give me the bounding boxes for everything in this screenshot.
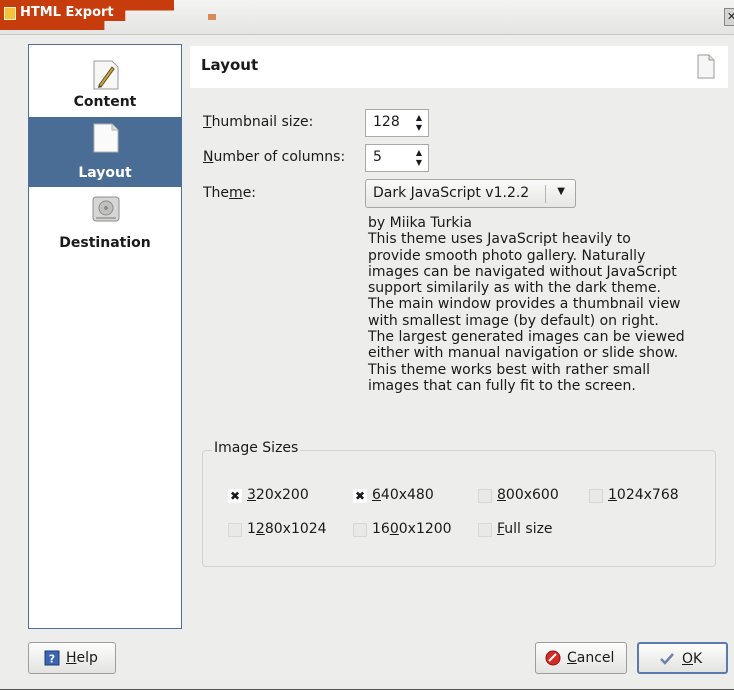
checkbox-label: 320x200 [247,487,309,503]
sidebar-item-layout[interactable]: Layout [29,117,181,187]
page-header: Layout [190,46,728,88]
image-sizes-title: Image Sizes [212,440,301,456]
checkbox-box [478,523,492,537]
blank-document-icon [697,54,715,79]
sidebar-item-label: Layout [78,165,132,181]
image-sizes-group [202,450,716,567]
checkbox-label: 1600x1200 [372,521,452,537]
columns-label: Number of columns: [203,149,346,165]
cancel-label: Cancel [567,650,615,666]
combo-separator [545,185,546,203]
checkbox-label: 1024x768 [608,487,679,503]
checkbox-box [478,489,492,503]
checkbox-label: 800x600 [497,487,559,503]
help-label: Help [66,650,98,666]
checkbox-label: 640x480 [372,487,434,503]
columns-value: 5 [373,149,382,165]
theme-label: Theme: [203,185,257,201]
theme-combobox[interactable]: Dark JavaScript v1.2.2 ▼ [365,179,576,208]
sidebar-item-content[interactable]: Content [29,45,181,115]
page-list: Content Layout Destination [28,44,182,629]
close-button[interactable]: ✕ [724,8,734,26]
theme-description: by Miika Turkia This theme uses JavaScri… [368,215,685,394]
thumbnail-size-label: Thumbnail size: [203,114,314,130]
title-bar[interactable]: HTML Export ✕ [0,0,734,35]
checkbox-box: ✖ [228,489,242,503]
sidebar-item-label: Content [73,94,137,110]
window-title: HTML Export [20,5,114,20]
theme-value: Dark JavaScript v1.2.2 [373,185,530,201]
cancel-icon [545,650,561,666]
blank-document-icon [93,123,119,153]
hard-drive-icon [92,196,120,222]
checkbox-box [353,523,367,537]
sidebar-item-label: Destination [59,235,151,251]
window-icon [4,7,16,20]
checkbox-box: ✖ [353,489,367,503]
spin-arrows-icon[interactable]: ▲ ▼ [413,148,425,168]
sidebar-item-destination[interactable]: Destination [29,189,181,257]
ok-button[interactable]: OK [637,642,728,674]
svg-text:?: ? [49,653,55,666]
help-icon: ? [44,650,60,666]
checkbox-label: Full size [497,521,553,537]
ok-label: OK [682,651,703,667]
pen-document-icon [93,60,119,90]
spin-arrows-icon[interactable]: ▲ ▼ [413,113,425,133]
page-title: Layout [201,56,259,74]
columns-spinbox[interactable]: 5 ▲ ▼ [365,144,429,172]
checkbox-box [589,489,603,503]
chevron-down-icon: ▼ [557,186,565,197]
cancel-button[interactable]: Cancel [535,642,627,674]
thumbnail-size-value: 128 [373,114,400,130]
title-decoration [208,14,216,20]
checkmark-icon [660,653,674,665]
help-button[interactable]: ? Help [28,642,116,674]
checkbox-box [228,523,242,537]
checkbox-label: 1280x1024 [247,521,327,537]
thumbnail-size-spinbox[interactable]: 128 ▲ ▼ [365,109,429,137]
